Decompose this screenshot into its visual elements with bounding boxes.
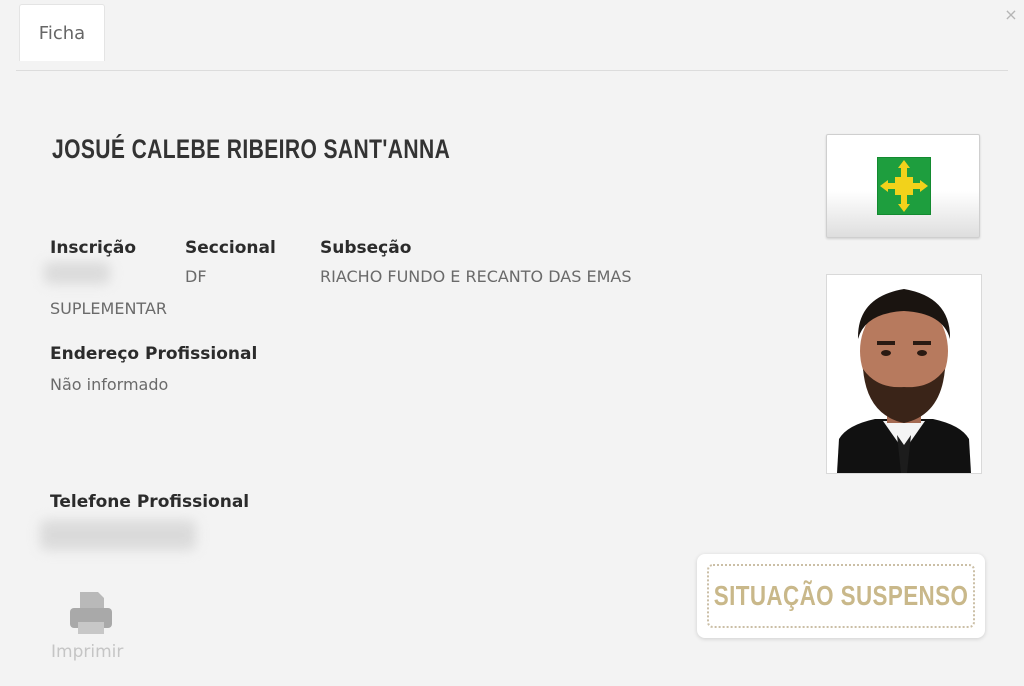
endereco-value: Não informado xyxy=(50,375,169,394)
inscricao-label: Inscrição xyxy=(50,238,137,258)
status-badge-border: SITUAÇÃO SUSPENSO xyxy=(707,564,975,628)
close-icon[interactable]: × xyxy=(1002,6,1020,24)
profile-photo xyxy=(826,274,982,474)
endereco-label: Endereço Profissional xyxy=(50,344,258,364)
telefone-label: Telefone Profissional xyxy=(50,492,250,512)
inscricao-value-redacted xyxy=(44,262,110,284)
printer-icon[interactable] xyxy=(66,590,116,636)
telefone-value-redacted xyxy=(40,520,196,550)
subsecao-label: Subseção xyxy=(320,238,412,258)
df-flag-box xyxy=(826,134,980,238)
tipo-value: SUPLEMENTAR xyxy=(50,299,168,318)
seccional-value: DF xyxy=(185,267,207,286)
tab-bar: Ficha xyxy=(16,0,1008,71)
seccional-label: Seccional xyxy=(185,238,276,258)
status-text: SITUAÇÃO SUSPENSO xyxy=(713,580,969,611)
status-badge: SITUAÇÃO SUSPENSO xyxy=(697,554,985,638)
subsecao-value: RIACHO FUNDO E RECANTO DAS EMAS xyxy=(320,267,632,286)
print-label[interactable]: Imprimir xyxy=(51,642,123,662)
tab-ficha-label: Ficha xyxy=(38,22,86,44)
df-flag-icon xyxy=(877,157,931,215)
profile-name: JOSUÉ CALEBE RIBEIRO SANT'ANNA xyxy=(52,134,451,164)
tab-ficha[interactable]: Ficha xyxy=(19,4,105,61)
